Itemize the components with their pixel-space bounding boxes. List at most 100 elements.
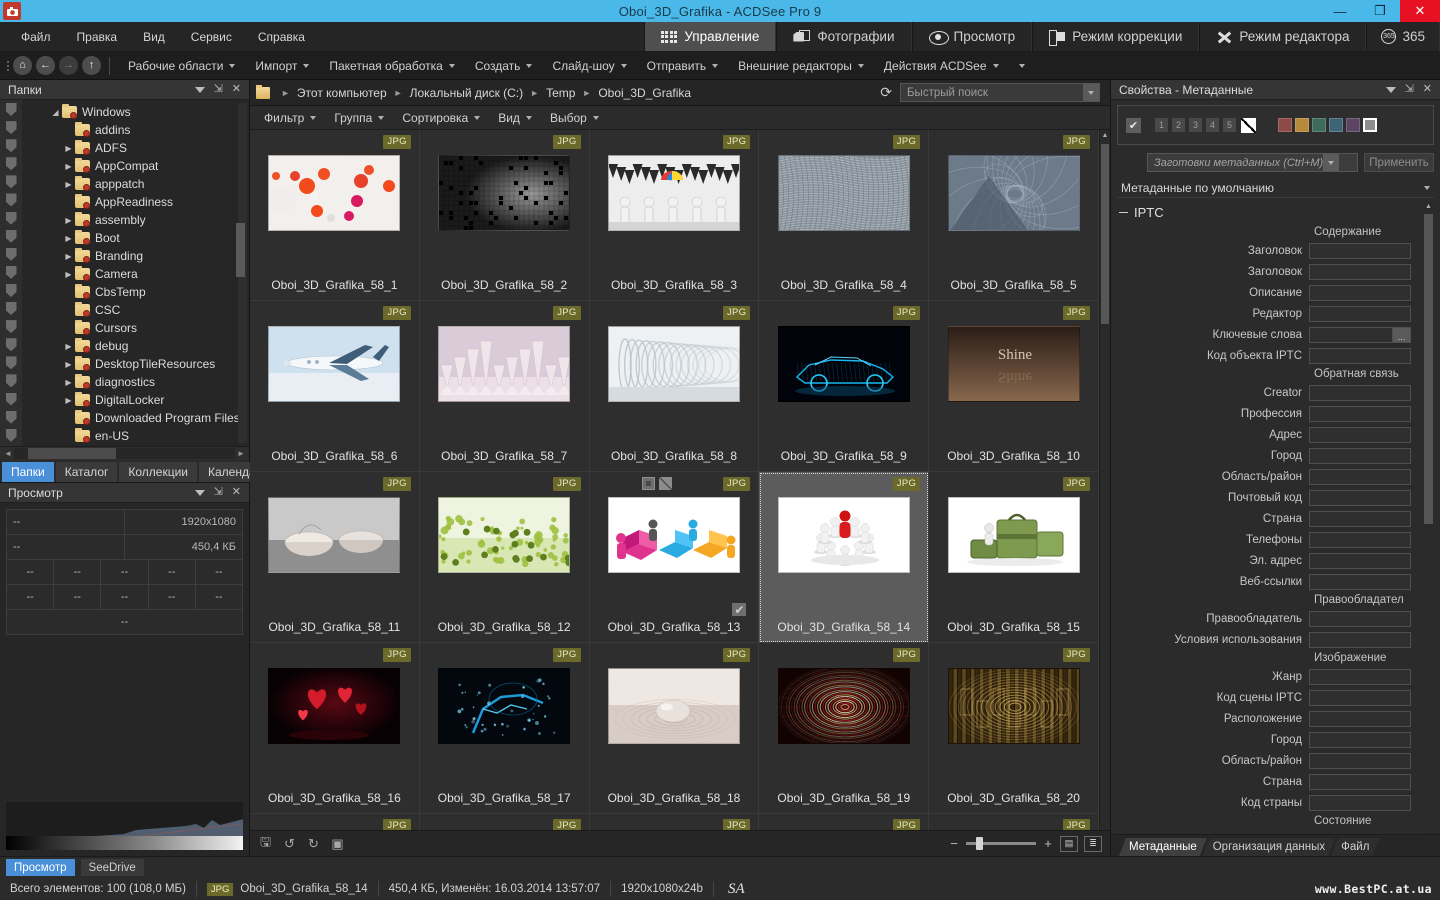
thumbnail-cell[interactable]: JPG ✔ Oboi_3D_Grafika_58_13 xyxy=(590,472,760,643)
keywords-browse-button[interactable]: ... xyxy=(1392,328,1410,342)
thumbnail-cell[interactable]: JPG Shine Shine Oboi_3D_Grafika_58_10 xyxy=(929,301,1099,472)
tab-photos[interactable]: Фотографии xyxy=(776,22,911,51)
thumbnail-cell[interactable]: JPG Oboi_3D_Grafika_58_3 xyxy=(590,130,760,301)
toolbar-workspaces[interactable]: Рабочие области xyxy=(118,56,245,76)
preset-dropdown-icon[interactable] xyxy=(1323,154,1339,171)
thumbnail-cell[interactable]: JPG Oboi_3D_Grafika_58_5 xyxy=(929,130,1099,301)
filter-группа[interactable]: Группа xyxy=(326,109,392,127)
metadata-preset-input[interactable]: Заготовки метаданных (Ctrl+M) xyxy=(1147,153,1358,172)
thumbnail-cell[interactable]: JPG Oboi_3D_Grafika_58_7 xyxy=(420,301,590,472)
menu-edit[interactable]: Правка xyxy=(66,26,129,48)
metadata-field-input[interactable] xyxy=(1309,669,1411,685)
metadata-field-input[interactable] xyxy=(1309,611,1411,627)
thumbnail-cell[interactable]: JPG Oboi_3D_Grafika_58_15 xyxy=(929,472,1099,643)
tab-develop[interactable]: Режим коррекции xyxy=(1032,22,1199,51)
hscroll-track[interactable] xyxy=(14,448,235,459)
thumbnail-image[interactable] xyxy=(948,497,1080,573)
rating-4[interactable]: 4 xyxy=(1206,118,1219,132)
tree-item-cursors[interactable]: Cursors xyxy=(22,319,249,337)
thumbnail-image[interactable] xyxy=(778,155,910,231)
chevron-right-icon[interactable]: ▶ xyxy=(62,162,75,171)
tree-item-diagnostics[interactable]: ▶ diagnostics xyxy=(22,373,249,391)
thumbnail-cell[interactable]: JPG Oboi_3D_Grafika_58_2 xyxy=(420,130,590,301)
breadcrumb-item-current[interactable]: Oboi_3D_Grafika xyxy=(595,86,694,100)
thumbnail-cell[interactable]: JPG xyxy=(420,814,590,830)
panel-menu-icon[interactable] xyxy=(1386,87,1396,93)
metadata-field-input[interactable] xyxy=(1309,469,1411,485)
up-icon[interactable]: ↑ xyxy=(82,56,101,75)
color-label-6[interactable] xyxy=(1363,118,1377,132)
tab-manage[interactable]: Управление xyxy=(644,22,777,51)
apply-button[interactable]: Применить xyxy=(1364,153,1434,172)
scroll-up-icon[interactable]: ▲ xyxy=(1100,130,1110,141)
default-metadata-selector[interactable]: Метаданные по умолчанию xyxy=(1117,178,1434,198)
metadata-field-input[interactable] xyxy=(1309,553,1411,569)
metadata-scroll-thumb[interactable] xyxy=(1424,214,1433,524)
toolbar-slideshow[interactable]: Слайд-шоу xyxy=(542,56,636,76)
tree-item-camera[interactable]: ▶ Camera xyxy=(22,265,249,283)
metadata-tab-метаданные[interactable]: Метаданные xyxy=(1119,838,1207,856)
zoom-in-button[interactable]: + xyxy=(1042,836,1054,851)
tree-item-boot[interactable]: ▶ Boot xyxy=(22,229,249,247)
metadata-field-input[interactable] xyxy=(1309,774,1411,790)
metadata-field-input[interactable] xyxy=(1309,690,1411,706)
thumbnail-cell[interactable]: JPG Oboi_3D_Grafika_58_14 xyxy=(759,472,929,643)
metadata-section-header[interactable]: IPTC xyxy=(1117,201,1421,224)
collapse-icon[interactable] xyxy=(1119,212,1128,214)
checkmark-icon[interactable]: ✔ xyxy=(1126,118,1141,133)
toolbar-batch[interactable]: Пакетная обработка xyxy=(319,56,464,76)
search-dropdown-icon[interactable] xyxy=(1083,84,1099,101)
breadcrumb-item-computer[interactable]: Этот компьютер xyxy=(294,86,390,100)
chevron-right-icon[interactable]: ▶ xyxy=(62,270,75,279)
filter-фильтр[interactable]: Фильтр xyxy=(256,109,324,127)
toolbar-create[interactable]: Создать xyxy=(465,56,543,76)
tree-scrollbar[interactable] xyxy=(238,103,247,443)
rating-3[interactable]: 3 xyxy=(1189,118,1202,132)
metadata-field-input[interactable] xyxy=(1309,406,1411,422)
tree-item-appcompat[interactable]: ▶ AppCompat xyxy=(22,157,249,175)
toolbar-acdsee-actions[interactable]: Действия ACDSee xyxy=(874,56,1009,76)
chevron-right-icon[interactable]: ▶ xyxy=(62,378,75,387)
toolbar-grip[interactable] xyxy=(4,57,11,75)
thumbnail-image[interactable]: Shine Shine xyxy=(948,326,1080,402)
back-icon[interactable]: ← xyxy=(36,56,55,75)
tree-scroll-thumb[interactable] xyxy=(236,223,245,277)
thumbnail-image[interactable] xyxy=(438,326,570,402)
chevron-right-icon[interactable]: ▶ xyxy=(62,180,75,189)
hscroll-thumb[interactable] xyxy=(28,448,116,459)
color-label-3[interactable] xyxy=(1312,118,1326,132)
zoom-slider[interactable] xyxy=(966,842,1036,845)
thumbnail-cell[interactable]: JPG Oboi_3D_Grafika_58_17 xyxy=(420,643,590,814)
thumbnail-cell[interactable]: JPG Oboi_3D_Grafika_58_1 xyxy=(250,130,420,301)
grid-scroll-thumb[interactable] xyxy=(1101,144,1109,324)
metadata-field-input[interactable] xyxy=(1309,243,1411,259)
thumbnail-image[interactable] xyxy=(268,497,400,573)
metadata-field-input[interactable] xyxy=(1309,427,1411,443)
tree-item-windows[interactable]: ◢ Windows xyxy=(22,103,249,121)
metadata-scrollbar[interactable]: ▲ xyxy=(1423,201,1434,834)
thumbnail-image[interactable] xyxy=(608,668,740,744)
tree-horizontal-scrollbar[interactable]: ◄ ► xyxy=(0,446,249,460)
color-label-1[interactable] xyxy=(1278,118,1292,132)
rating-clear-icon[interactable] xyxy=(659,477,672,490)
metadata-field-input[interactable] xyxy=(1309,574,1411,590)
thumbnail-image[interactable] xyxy=(438,668,570,744)
chevron-right-icon[interactable]: ▶ xyxy=(62,342,75,351)
thumbnail-cell[interactable]: JPG Oboi_3D_Grafika_58_9 xyxy=(759,301,929,472)
thumbnail-cell[interactable]: JPG xyxy=(590,814,760,830)
thumbnail-cell[interactable]: JPG Oboi_3D_Grafika_58_12 xyxy=(420,472,590,643)
forward-icon[interactable]: → xyxy=(59,56,78,75)
thumbnail-image[interactable] xyxy=(778,497,910,573)
toolbar-import[interactable]: Импорт xyxy=(245,56,319,76)
thumbnail-image[interactable] xyxy=(268,668,400,744)
scroll-up-icon[interactable]: ▲ xyxy=(1423,201,1434,212)
left-tab-коллекции[interactable]: Коллекции xyxy=(119,462,197,482)
thumbnail-cell[interactable]: JPG Oboi_3D_Grafika_58_20 xyxy=(929,643,1099,814)
close-icon[interactable]: ✕ xyxy=(232,487,241,498)
pin-icon[interactable]: ⇲ xyxy=(214,487,223,498)
thumbnail-cell[interactable]: JPG Oboi_3D_Grafika_58_6 xyxy=(250,301,420,472)
save-icon[interactable]: 🖫 xyxy=(258,837,273,851)
thumbnail-image[interactable] xyxy=(268,326,400,402)
rotate-left-icon[interactable]: ↺ xyxy=(282,837,297,851)
scroll-left-icon[interactable]: ◄ xyxy=(2,449,14,458)
